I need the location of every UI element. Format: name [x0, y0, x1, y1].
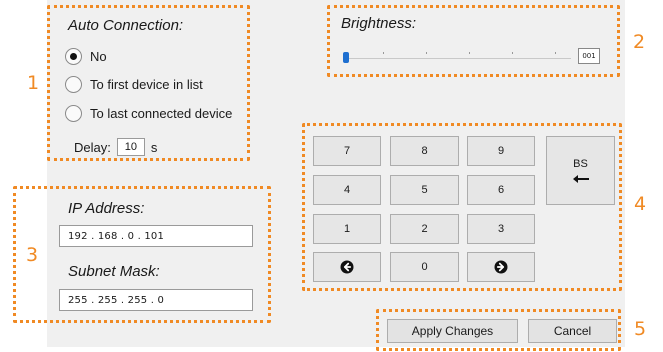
key-5[interactable]: 5	[390, 175, 459, 205]
key-4[interactable]: 4	[313, 175, 381, 205]
cancel-button[interactable]: Cancel	[528, 319, 617, 343]
key-6[interactable]: 6	[467, 175, 535, 205]
key-right[interactable]	[467, 252, 535, 282]
slider-tick	[426, 52, 427, 54]
key-left[interactable]	[313, 252, 381, 282]
radio-label: No	[90, 49, 107, 64]
slider-thumb[interactable]	[343, 52, 349, 63]
radio-option-first-device[interactable]: To first device in list	[65, 76, 203, 93]
brightness-title: Brightness:	[341, 15, 417, 32]
auto-connection-title: Auto Connection:	[68, 17, 184, 34]
slider-tick	[383, 52, 384, 54]
slider-tick	[555, 52, 556, 54]
slider-track	[343, 58, 571, 59]
slider-tick	[469, 52, 470, 54]
ip-address-title: IP Address:	[68, 200, 145, 217]
radio-option-last-device[interactable]: To last connected device	[65, 105, 232, 122]
key-8[interactable]: 8	[390, 136, 459, 166]
key-3[interactable]: 3	[467, 214, 535, 244]
callout-number-4: 4	[634, 193, 647, 215]
brightness-value[interactable]: 001	[578, 48, 600, 64]
radio-label: To first device in list	[90, 77, 203, 92]
callout-number-1: 1	[27, 72, 40, 94]
backspace-key[interactable]: BS	[546, 136, 615, 205]
radio-button[interactable]	[65, 48, 82, 65]
circle-arrow-left-icon	[340, 260, 354, 274]
key-9[interactable]: 9	[467, 136, 535, 166]
subnet-mask-title: Subnet Mask:	[68, 263, 160, 280]
key-1[interactable]: 1	[313, 214, 381, 244]
callout-number-3: 3	[26, 244, 39, 266]
subnet-mask-input[interactable]: 255 . 255 . 255 . 0	[59, 289, 253, 311]
slider-tick	[512, 52, 513, 54]
circle-arrow-right-icon	[494, 260, 508, 274]
left-arrow-icon	[572, 174, 589, 183]
delay-row: Delay: 10 s	[74, 138, 157, 156]
delay-input[interactable]: 10	[116, 138, 145, 156]
delay-unit: s	[150, 139, 158, 155]
apply-changes-button[interactable]: Apply Changes	[387, 319, 518, 343]
radio-option-no[interactable]: No	[65, 48, 107, 65]
delay-label: Delay:	[74, 139, 111, 155]
key-0[interactable]: 0	[390, 252, 459, 282]
key-2[interactable]: 2	[390, 214, 459, 244]
brightness-slider[interactable]	[343, 49, 573, 63]
backspace-label: BS	[573, 157, 588, 170]
key-7[interactable]: 7	[313, 136, 381, 166]
callout-number-2: 2	[633, 31, 646, 53]
ip-address-input[interactable]: 192 . 168 . 0 . 101	[59, 225, 253, 247]
radio-label: To last connected device	[90, 106, 233, 121]
callout-number-5: 5	[634, 318, 647, 340]
radio-button[interactable]	[65, 105, 82, 122]
radio-button[interactable]	[65, 76, 82, 93]
